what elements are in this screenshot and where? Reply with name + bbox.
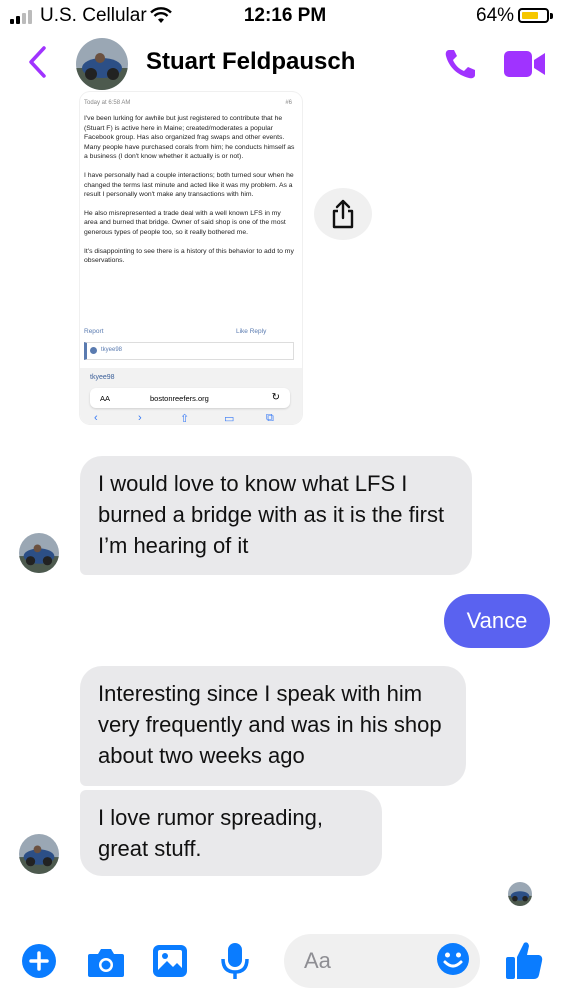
contact-name[interactable]: Stuart Feldpausch bbox=[146, 48, 355, 76]
back-arrow-icon: ‹ bbox=[94, 412, 98, 424]
share-button[interactable] bbox=[314, 188, 372, 240]
status-bar: U.S. Cellular 12:16 PM 64% bbox=[0, 0, 563, 34]
battery-icon bbox=[518, 8, 549, 23]
attachment-post-number: #6 bbox=[285, 100, 292, 106]
chevron-left-icon bbox=[29, 46, 46, 78]
forward-arrow-icon: › bbox=[138, 412, 142, 424]
tabs-icon: ⧉ bbox=[266, 412, 274, 424]
image-icon bbox=[153, 945, 187, 977]
attachment-timestamp: Today at 6:58 AM bbox=[84, 100, 131, 106]
post-paragraph: He also misrepresented a trade deal with… bbox=[84, 209, 286, 236]
attachment-like-reply: Like Reply bbox=[236, 328, 267, 335]
phone-icon bbox=[445, 50, 475, 79]
sent-message[interactable]: Vance bbox=[444, 594, 550, 648]
battery-percent: 64% bbox=[476, 5, 515, 26]
received-message[interactable]: I love rumor spreading, great stuff. bbox=[80, 790, 382, 876]
camera-button[interactable] bbox=[87, 946, 125, 978]
carrier-label: U.S. Cellular bbox=[40, 5, 147, 26]
status-time: 12:16 PM bbox=[243, 5, 327, 26]
share-icon bbox=[332, 199, 354, 229]
microphone-icon bbox=[221, 943, 249, 979]
video-icon bbox=[504, 51, 545, 77]
gallery-button[interactable] bbox=[152, 944, 188, 978]
back-button[interactable] bbox=[24, 44, 54, 80]
post-paragraph: I have personally had a couple interacti… bbox=[84, 171, 294, 199]
contact-avatar-small[interactable] bbox=[19, 834, 59, 874]
attachment-username: tkyee98 bbox=[90, 374, 115, 381]
camera-icon bbox=[88, 949, 124, 977]
contact-avatar-small[interactable] bbox=[19, 533, 59, 573]
post-paragraph: It's disappointing to see there is a his… bbox=[84, 247, 294, 265]
book-icon: ▭ bbox=[224, 413, 235, 424]
emoji-icon bbox=[437, 943, 469, 975]
contact-avatar[interactable] bbox=[76, 38, 128, 90]
read-receipt-avatar bbox=[508, 882, 532, 906]
like-button[interactable] bbox=[505, 940, 543, 980]
phone-call-button[interactable] bbox=[443, 47, 479, 81]
video-call-button[interactable] bbox=[504, 50, 546, 78]
add-button[interactable] bbox=[22, 944, 56, 978]
signal-icon bbox=[10, 10, 32, 24]
emoji-button[interactable] bbox=[436, 942, 470, 976]
attachment-aa: AA bbox=[100, 394, 111, 403]
received-message[interactable]: I would love to know what LFS I burned a… bbox=[80, 456, 472, 575]
plus-icon bbox=[29, 951, 49, 971]
post-paragraph: I've been lurking for awhile but just re… bbox=[84, 115, 295, 161]
voice-button[interactable] bbox=[220, 942, 250, 980]
thumbs-up-icon bbox=[506, 942, 543, 979]
attachment-url: bostonreefers.org bbox=[150, 394, 209, 403]
message-input-placeholder: Aa bbox=[304, 948, 331, 973]
received-message[interactable]: Interesting since I speak with him very … bbox=[80, 666, 466, 786]
attachment-quote: tkyee98 bbox=[84, 342, 294, 360]
share-icon: ⇧ bbox=[180, 413, 190, 424]
attachment-urlbar: AA bostonreefers.org ↻ bbox=[90, 388, 290, 408]
attachment-report-link: Report bbox=[84, 328, 104, 335]
battery-nub bbox=[550, 13, 553, 19]
reload-icon: ↻ bbox=[271, 392, 280, 403]
attachment-post-text: I've been lurking for awhile but just re… bbox=[84, 114, 296, 275]
wifi-icon bbox=[150, 7, 172, 24]
attachment-image[interactable]: Today at 6:58 AM #6 I've been lurking fo… bbox=[80, 92, 302, 424]
